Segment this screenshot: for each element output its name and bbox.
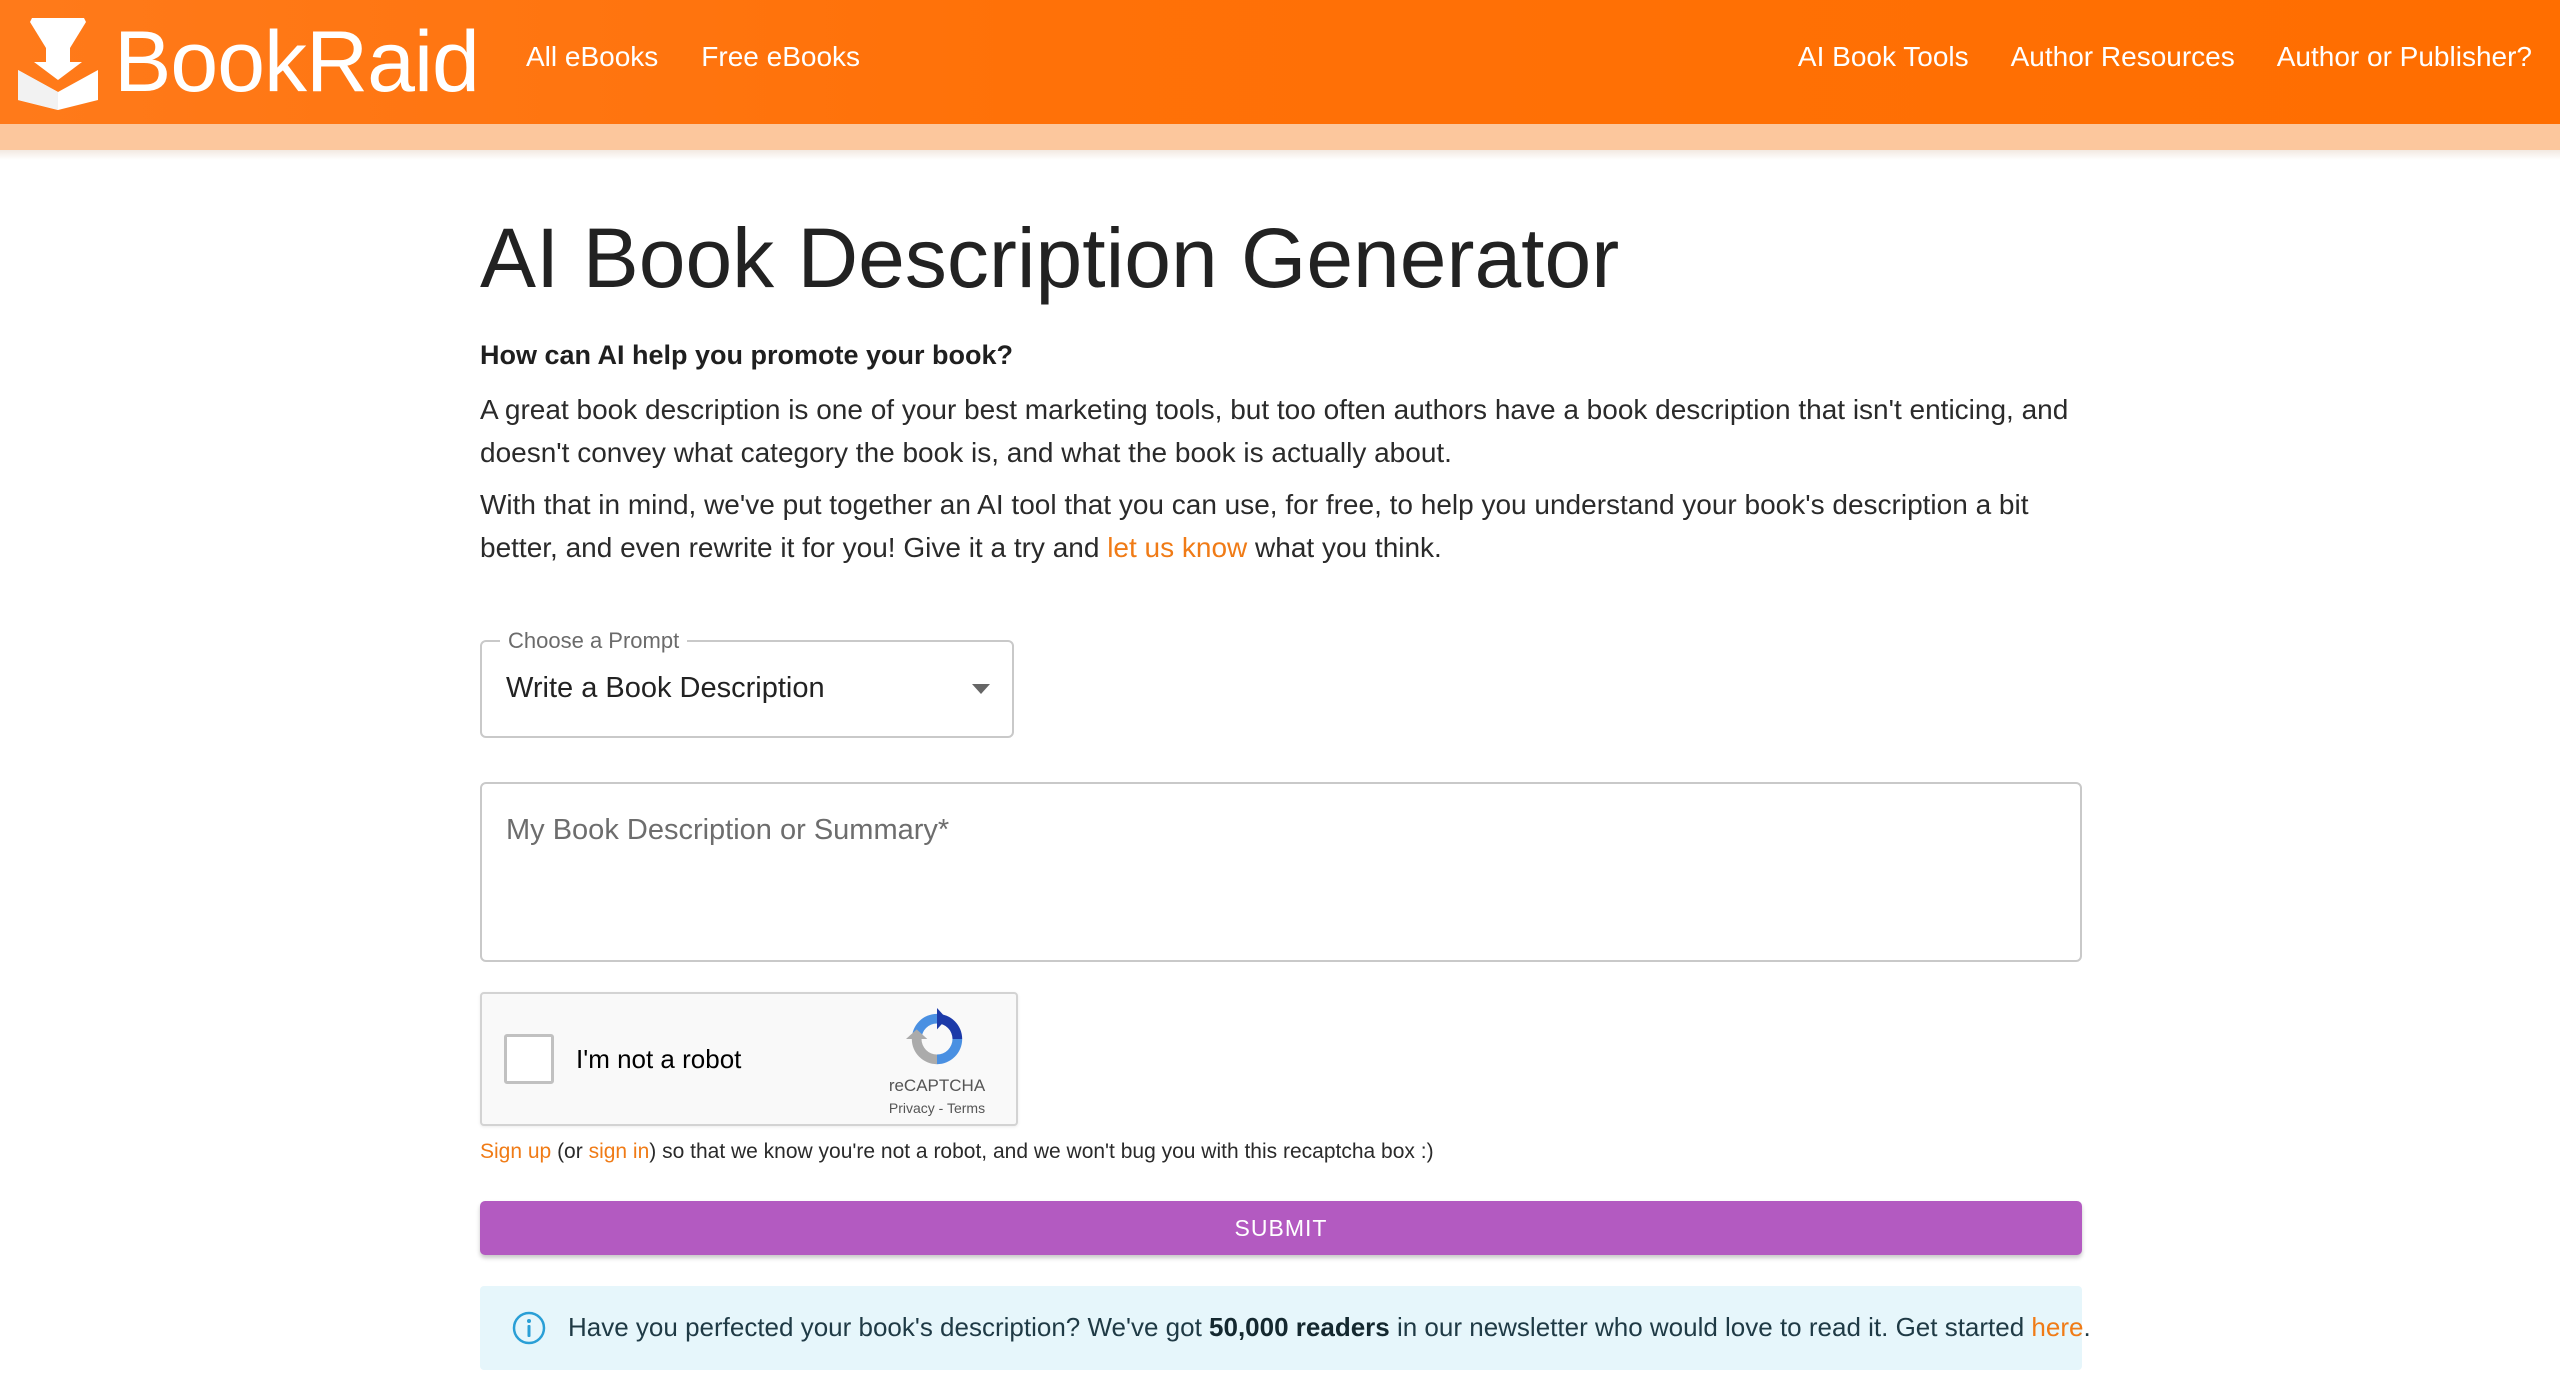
primary-nav: All eBooks Free eBooks bbox=[526, 40, 860, 74]
tool-paragraph-end: what you think. bbox=[1247, 532, 1442, 563]
nav-author-or-publisher[interactable]: Author or Publisher? bbox=[2277, 40, 2532, 74]
info-icon bbox=[512, 1311, 546, 1345]
nav-free-ebooks[interactable]: Free eBooks bbox=[701, 40, 860, 74]
page-title: AI Book Description Generator bbox=[480, 211, 1620, 305]
prompt-select-label: Choose a Prompt bbox=[500, 628, 688, 654]
nav-all-ebooks[interactable]: All eBooks bbox=[526, 40, 658, 74]
secondary-nav: AI Book Tools Author Resources Author or… bbox=[1798, 40, 2532, 74]
get-started-link[interactable]: here bbox=[2031, 1312, 2083, 1342]
signup-note: Sign up (or sign in) so that we know you… bbox=[480, 1140, 1434, 1164]
sign-in-link[interactable]: sign in bbox=[589, 1140, 650, 1163]
section-subhead: How can AI help you promote your book? bbox=[480, 340, 1014, 370]
info-alert-text: Have you perfected your book's descripti… bbox=[568, 1312, 2091, 1343]
header-shadow bbox=[0, 150, 2560, 160]
logo-text: BookRaid bbox=[114, 14, 480, 110]
prompt-select[interactable]: Choose a Prompt Write a Book Description bbox=[480, 628, 1014, 738]
signup-note-rest: ) so that we know you're not a robot, an… bbox=[649, 1140, 1434, 1163]
bookraid-logo[interactable]: BookRaid bbox=[16, 12, 480, 112]
info-text-middle: in our newsletter who would love to read… bbox=[1389, 1312, 2032, 1342]
recaptcha-links: Privacy - Terms bbox=[854, 1100, 1020, 1116]
recaptcha-label: I'm not a robot bbox=[576, 1044, 742, 1074]
intro-paragraph: A great book description is one of your … bbox=[480, 394, 2069, 468]
recaptcha-checkbox[interactable] bbox=[504, 1034, 554, 1084]
description-field-container bbox=[480, 782, 2082, 962]
recaptcha-link-separator: - bbox=[934, 1100, 947, 1116]
recaptcha-icon bbox=[906, 1008, 963, 1065]
newsletter-info-alert: Have you perfected your book's descripti… bbox=[480, 1286, 2091, 1370]
let-us-know-link[interactable]: let us know bbox=[1107, 532, 1247, 563]
signup-note-text: (or bbox=[551, 1140, 589, 1163]
caret-down-icon bbox=[972, 684, 990, 694]
site-header: BookRaid All eBooks Free eBooks AI Book … bbox=[0, 0, 2560, 124]
tool-paragraph: With that in mind, we've put together an… bbox=[480, 483, 2100, 569]
recaptcha-privacy-link[interactable]: Privacy bbox=[889, 1100, 935, 1116]
submit-button[interactable]: SUBMIT bbox=[480, 1201, 2082, 1255]
book-download-icon bbox=[18, 18, 98, 110]
sign-up-link[interactable]: Sign up bbox=[480, 1140, 551, 1163]
recaptcha-terms-link[interactable]: Terms bbox=[947, 1100, 985, 1116]
recaptcha-widget: I'm not a robot reCAPTCHA Privacy - Term… bbox=[480, 992, 1018, 1126]
prompt-select-value: Write a Book Description bbox=[506, 672, 825, 704]
book-description-input[interactable] bbox=[482, 784, 2080, 960]
header-underline-band bbox=[0, 124, 2560, 150]
recaptcha-brand: reCAPTCHA bbox=[888, 1076, 986, 1095]
info-text-end: . bbox=[2083, 1312, 2091, 1342]
info-text-start: Have you perfected your book's descripti… bbox=[568, 1312, 1210, 1342]
nav-ai-book-tools[interactable]: AI Book Tools bbox=[1798, 40, 1969, 74]
nav-author-resources[interactable]: Author Resources bbox=[2011, 40, 2235, 74]
readers-count: 50,000 readers bbox=[1209, 1312, 1390, 1342]
